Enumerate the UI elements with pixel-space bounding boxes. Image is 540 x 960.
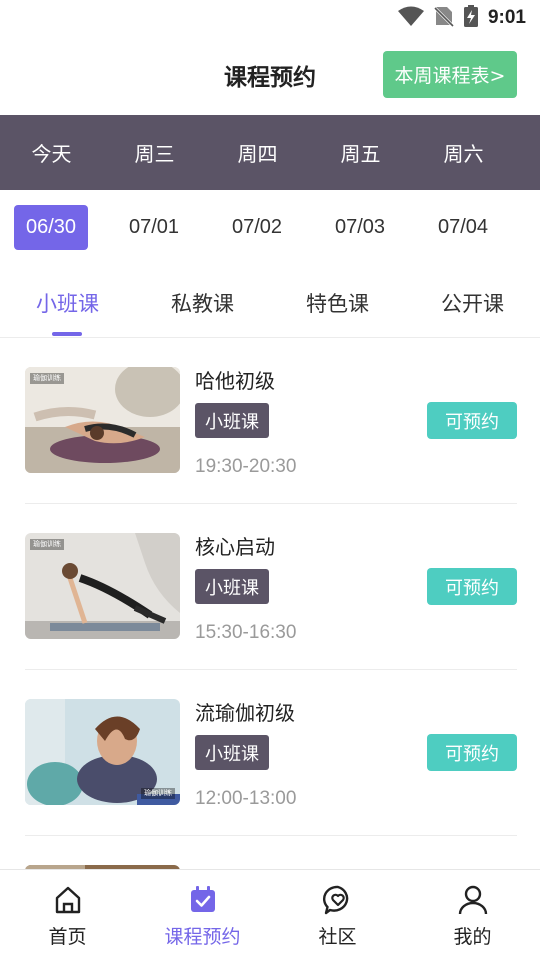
course-thumbnail: 瑜伽训练 (25, 533, 180, 639)
nav-course-booking[interactable]: 课程预约 (135, 870, 270, 960)
status-icons: 9:01 (397, 5, 526, 31)
date-item[interactable]: 07/03 (323, 205, 397, 250)
battery-charging-icon (463, 5, 478, 31)
weekday-fri[interactable]: 周五 (309, 115, 412, 190)
date-item[interactable]: 07/04 (426, 205, 500, 250)
course-card[interactable]: 瑜伽训练 流瑜伽初级 小班课 12:00-13:00 可预约 (25, 670, 517, 836)
weekday-bar: 今天 周三 周四 周五 周六 (0, 115, 540, 190)
weekday-thu[interactable]: 周四 (206, 115, 309, 190)
course-thumbnail: 瑜伽训练 (25, 367, 180, 473)
header: 课程预约 本周课程表> (0, 36, 540, 115)
status-bar: 9:01 (0, 0, 540, 36)
thumbnail-caption: 瑜伽训练 (30, 539, 64, 550)
course-thumbnail: 瑜伽训练 (25, 699, 180, 805)
course-type-badge: 小班课 (195, 735, 269, 770)
wifi-icon (397, 6, 424, 30)
course-card[interactable]: 瑜伽训练 哈他初级 小班课 19:30-20:30 可预约 (25, 338, 517, 504)
course-time: 12:00-13:00 (195, 788, 297, 809)
date-item[interactable]: 07/01 (117, 205, 191, 250)
course-type-badge: 小班课 (195, 403, 269, 438)
date-item[interactable]: 07/02 (220, 205, 294, 250)
date-row: 06/30 07/01 07/02 07/03 07/04 0 (0, 190, 540, 268)
nav-home[interactable]: 首页 (0, 870, 135, 960)
tab-public[interactable]: 公开课 (405, 268, 540, 338)
nav-label: 社区 (318, 926, 357, 948)
chat-heart-icon (322, 884, 354, 916)
nav-label: 课程预约 (164, 926, 241, 948)
weekday-wed[interactable]: 周三 (103, 115, 206, 190)
active-tab-indicator (52, 332, 82, 336)
weekday-sat[interactable]: 周六 (412, 115, 515, 190)
book-button[interactable]: 可预约 (427, 568, 517, 605)
thumbnail-caption: 瑜伽训练 (141, 788, 175, 799)
course-time: 15:30-16:30 (195, 622, 297, 643)
book-button[interactable]: 可预约 (427, 402, 517, 439)
course-time: 19:30-20:30 (195, 456, 297, 477)
course-type-tabs: 小班课 私教课 特色课 公开课 (0, 268, 540, 338)
nav-community[interactable]: 社区 (270, 870, 405, 960)
no-sim-icon (433, 5, 455, 31)
date-item[interactable]: 0 (529, 205, 540, 250)
home-icon (52, 884, 84, 916)
tab-private[interactable]: 私教课 (135, 268, 270, 338)
course-name: 核心启动 (195, 535, 275, 559)
weekday-today[interactable]: 今天 (0, 115, 103, 190)
course-type-badge: 小班课 (195, 569, 269, 604)
nav-label: 我的 (453, 926, 492, 948)
course-card[interactable]: 瑜伽训练 核心启动 小班课 15:30-16:30 可预约 (25, 504, 517, 670)
thumbnail-caption: 瑜伽训练 (30, 373, 64, 384)
clock: 9:01 (487, 7, 526, 28)
week-schedule-button[interactable]: 本周课程表> (383, 51, 517, 98)
course-name: 哈他初级 (195, 369, 275, 393)
bottom-nav: 首页 课程预约 社区 我的 (0, 869, 540, 960)
date-item-selected[interactable]: 06/30 (14, 205, 88, 250)
tab-small-class[interactable]: 小班课 (0, 268, 135, 338)
book-button[interactable]: 可预约 (427, 734, 517, 771)
nav-mine[interactable]: 我的 (405, 870, 540, 960)
course-name: 流瑜伽初级 (195, 701, 295, 725)
nav-label: 首页 (48, 926, 87, 948)
calendar-check-icon (187, 884, 219, 916)
tab-featured[interactable]: 特色课 (270, 268, 405, 338)
user-icon (457, 884, 489, 916)
